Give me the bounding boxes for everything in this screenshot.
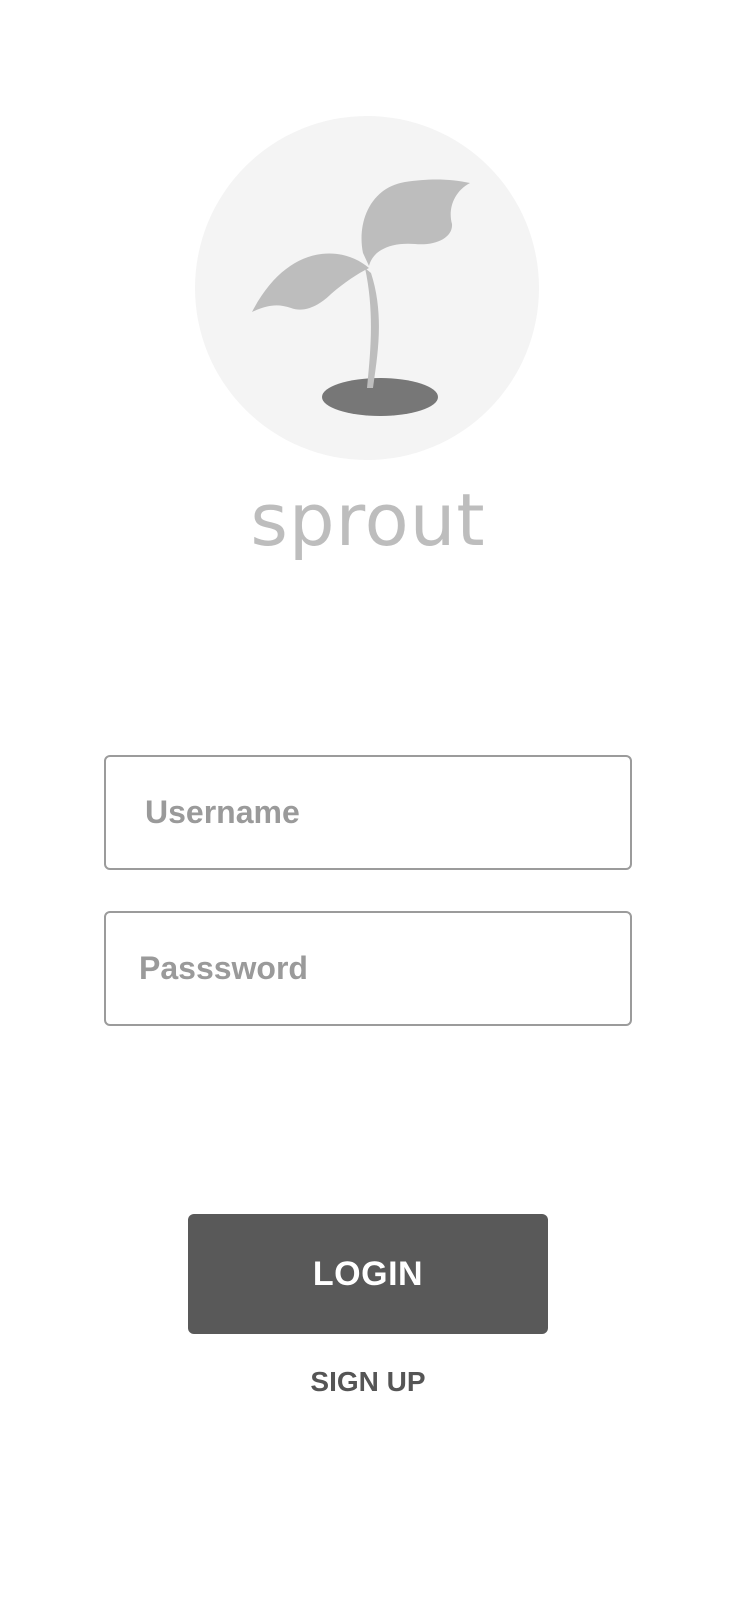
- password-field[interactable]: [104, 911, 632, 1026]
- brand-name: sprout: [250, 478, 486, 562]
- sprout-left-leaf: [252, 253, 369, 312]
- password-input[interactable]: [106, 913, 630, 1024]
- app-logo: [195, 116, 539, 460]
- login-button[interactable]: LOGIN: [188, 1214, 548, 1334]
- sprout-right-leaf: [361, 179, 470, 266]
- username-field[interactable]: [104, 755, 632, 870]
- sign-up-link[interactable]: SIGN UP: [0, 1362, 736, 1402]
- username-input[interactable]: [106, 757, 630, 868]
- sprout-stem: [365, 268, 379, 388]
- sprout-icon: [252, 179, 470, 416]
- sprout-soil: [322, 378, 438, 416]
